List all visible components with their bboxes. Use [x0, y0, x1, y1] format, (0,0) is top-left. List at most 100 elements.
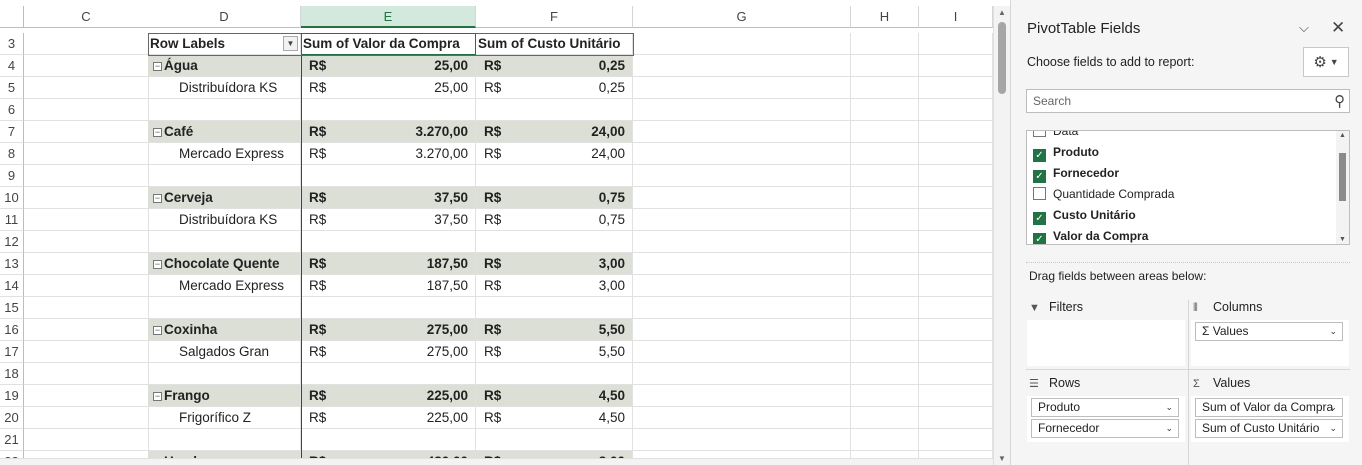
scroll-down-icon[interactable]: ▼: [1339, 236, 1346, 243]
cell-f8[interactable]: R$ 24,00: [476, 143, 633, 165]
field-list-scrollbar[interactable]: ▲ ▼: [1336, 131, 1349, 244]
cell-g10[interactable]: [633, 187, 851, 209]
cell-d18[interactable]: [148, 363, 301, 385]
cell-g4[interactable]: [633, 55, 851, 77]
values-drop-zone[interactable]: Sum of Valor da Compra ⌄ Sum of Custo Unit…: [1191, 396, 1349, 442]
cell-f10[interactable]: R$ 0,75: [476, 187, 633, 209]
cell-e14[interactable]: R$ 187,50: [301, 275, 476, 297]
cell-h8[interactable]: [851, 143, 919, 165]
row-header[interactable]: 15: [0, 297, 24, 319]
cell-c18[interactable]: [24, 363, 149, 385]
cell-f15[interactable]: [476, 297, 633, 319]
cell-h21[interactable]: [851, 429, 919, 451]
cell-e17[interactable]: R$ 275,00: [301, 341, 476, 363]
cell-d11[interactable]: Distribuídora KS: [148, 209, 301, 231]
vertical-scrollbar[interactable]: ▲ ▼: [993, 6, 1010, 465]
cell-g7[interactable]: [633, 121, 851, 143]
cell-h4[interactable]: [851, 55, 919, 77]
cell-d9[interactable]: [148, 165, 301, 187]
cell-g6[interactable]: [633, 99, 851, 121]
field-item[interactable]: Quantidade Comprada: [1033, 184, 1174, 205]
cell-g16[interactable]: [633, 319, 851, 341]
row-header[interactable]: 19: [0, 385, 24, 407]
cell-h17[interactable]: [851, 341, 919, 363]
row-header[interactable]: 21: [0, 429, 24, 451]
column-header-g[interactable]: G: [633, 6, 851, 28]
cell-e9[interactable]: [301, 165, 476, 187]
cell-f14[interactable]: R$ 3,00: [476, 275, 633, 297]
rows-field-pill[interactable]: Produto ⌄: [1031, 398, 1179, 417]
row-header[interactable]: 4: [0, 55, 24, 77]
row-header[interactable]: 18: [0, 363, 24, 385]
field-item[interactable]: ✓ Valor da Compra: [1033, 226, 1148, 244]
search-input[interactable]: [1027, 90, 1323, 112]
field-item[interactable]: Data: [1033, 131, 1078, 142]
field-item[interactable]: ✓ Custo Unitário: [1033, 205, 1136, 226]
checkbox[interactable]: [1033, 131, 1046, 137]
cell-c14[interactable]: [24, 275, 149, 297]
column-header-f[interactable]: F: [476, 6, 633, 28]
chevron-down-icon[interactable]: ⌄: [1165, 420, 1173, 437]
cell-f7[interactable]: R$ 24,00: [476, 121, 633, 143]
cell-c21[interactable]: [24, 429, 149, 451]
cell-i20[interactable]: [919, 407, 993, 429]
cell-e13[interactable]: R$ 187,50: [301, 253, 476, 275]
cell-h9[interactable]: [851, 165, 919, 187]
cell-g11[interactable]: [633, 209, 851, 231]
field-list[interactable]: ✓ Valor da Compra ✓ Custo Unitário Quantidad…: [1026, 130, 1350, 245]
filters-drop-zone[interactable]: [1027, 320, 1185, 366]
chevron-down-icon[interactable]: ⌄: [1329, 420, 1337, 437]
cell-f16[interactable]: R$ 5,50: [476, 319, 633, 341]
row-header[interactable]: 7: [0, 121, 24, 143]
cell-i4[interactable]: [919, 55, 993, 77]
scrollbar-thumb[interactable]: [1339, 153, 1346, 201]
field-item[interactable]: ✓ Fornecedor: [1033, 163, 1119, 184]
cell-f4[interactable]: R$ 0,25: [476, 55, 633, 77]
cell-d12[interactable]: [148, 231, 301, 253]
cell-d20[interactable]: Frigorífico Z: [148, 407, 301, 429]
cell-i3[interactable]: [919, 33, 993, 55]
chevron-down-icon[interactable]: ⌵: [1299, 20, 1309, 36]
cell-c5[interactable]: [24, 77, 149, 99]
cell-h7[interactable]: [851, 121, 919, 143]
cell-c8[interactable]: [24, 143, 149, 165]
column-header-e[interactable]: E: [301, 6, 476, 28]
row-header[interactable]: 8: [0, 143, 24, 165]
field-item[interactable]: ✓ Produto: [1033, 142, 1099, 163]
cell-h6[interactable]: [851, 99, 919, 121]
row-header[interactable]: 10: [0, 187, 24, 209]
cell-g15[interactable]: [633, 297, 851, 319]
cell-f5[interactable]: R$ 0,25: [476, 77, 633, 99]
cell-g17[interactable]: [633, 341, 851, 363]
checkbox[interactable]: ✓: [1033, 233, 1046, 244]
collapse-icon[interactable]: −: [153, 194, 162, 203]
cell-c9[interactable]: [24, 165, 149, 187]
cell-h19[interactable]: [851, 385, 919, 407]
row-header[interactable]: 3: [0, 33, 24, 55]
cell-d19[interactable]: − Frango: [148, 385, 301, 407]
cell-i13[interactable]: [919, 253, 993, 275]
cell-i5[interactable]: [919, 77, 993, 99]
row-header[interactable]: 13: [0, 253, 24, 275]
cell-h5[interactable]: [851, 77, 919, 99]
cell-f3[interactable]: Sum of Custo Unitário: [476, 33, 633, 55]
cell-h3[interactable]: [851, 33, 919, 55]
search-box[interactable]: ⚲: [1026, 89, 1350, 113]
cell-i11[interactable]: [919, 209, 993, 231]
collapse-icon[interactable]: −: [153, 62, 162, 71]
cell-f13[interactable]: R$ 3,00: [476, 253, 633, 275]
cell-h11[interactable]: [851, 209, 919, 231]
cell-h13[interactable]: [851, 253, 919, 275]
cell-f9[interactable]: [476, 165, 633, 187]
cell-f20[interactable]: R$ 4,50: [476, 407, 633, 429]
row-header[interactable]: 6: [0, 99, 24, 121]
chevron-down-icon[interactable]: ⌄: [1165, 399, 1173, 416]
cell-g20[interactable]: [633, 407, 851, 429]
checkbox[interactable]: [1033, 187, 1046, 200]
cell-g14[interactable]: [633, 275, 851, 297]
cell-i8[interactable]: [919, 143, 993, 165]
columns-drop-zone[interactable]: Σ Values ⌄: [1191, 320, 1349, 366]
cell-e10[interactable]: R$ 37,50: [301, 187, 476, 209]
cell-i9[interactable]: [919, 165, 993, 187]
chevron-down-icon[interactable]: ⌄: [1329, 399, 1337, 416]
